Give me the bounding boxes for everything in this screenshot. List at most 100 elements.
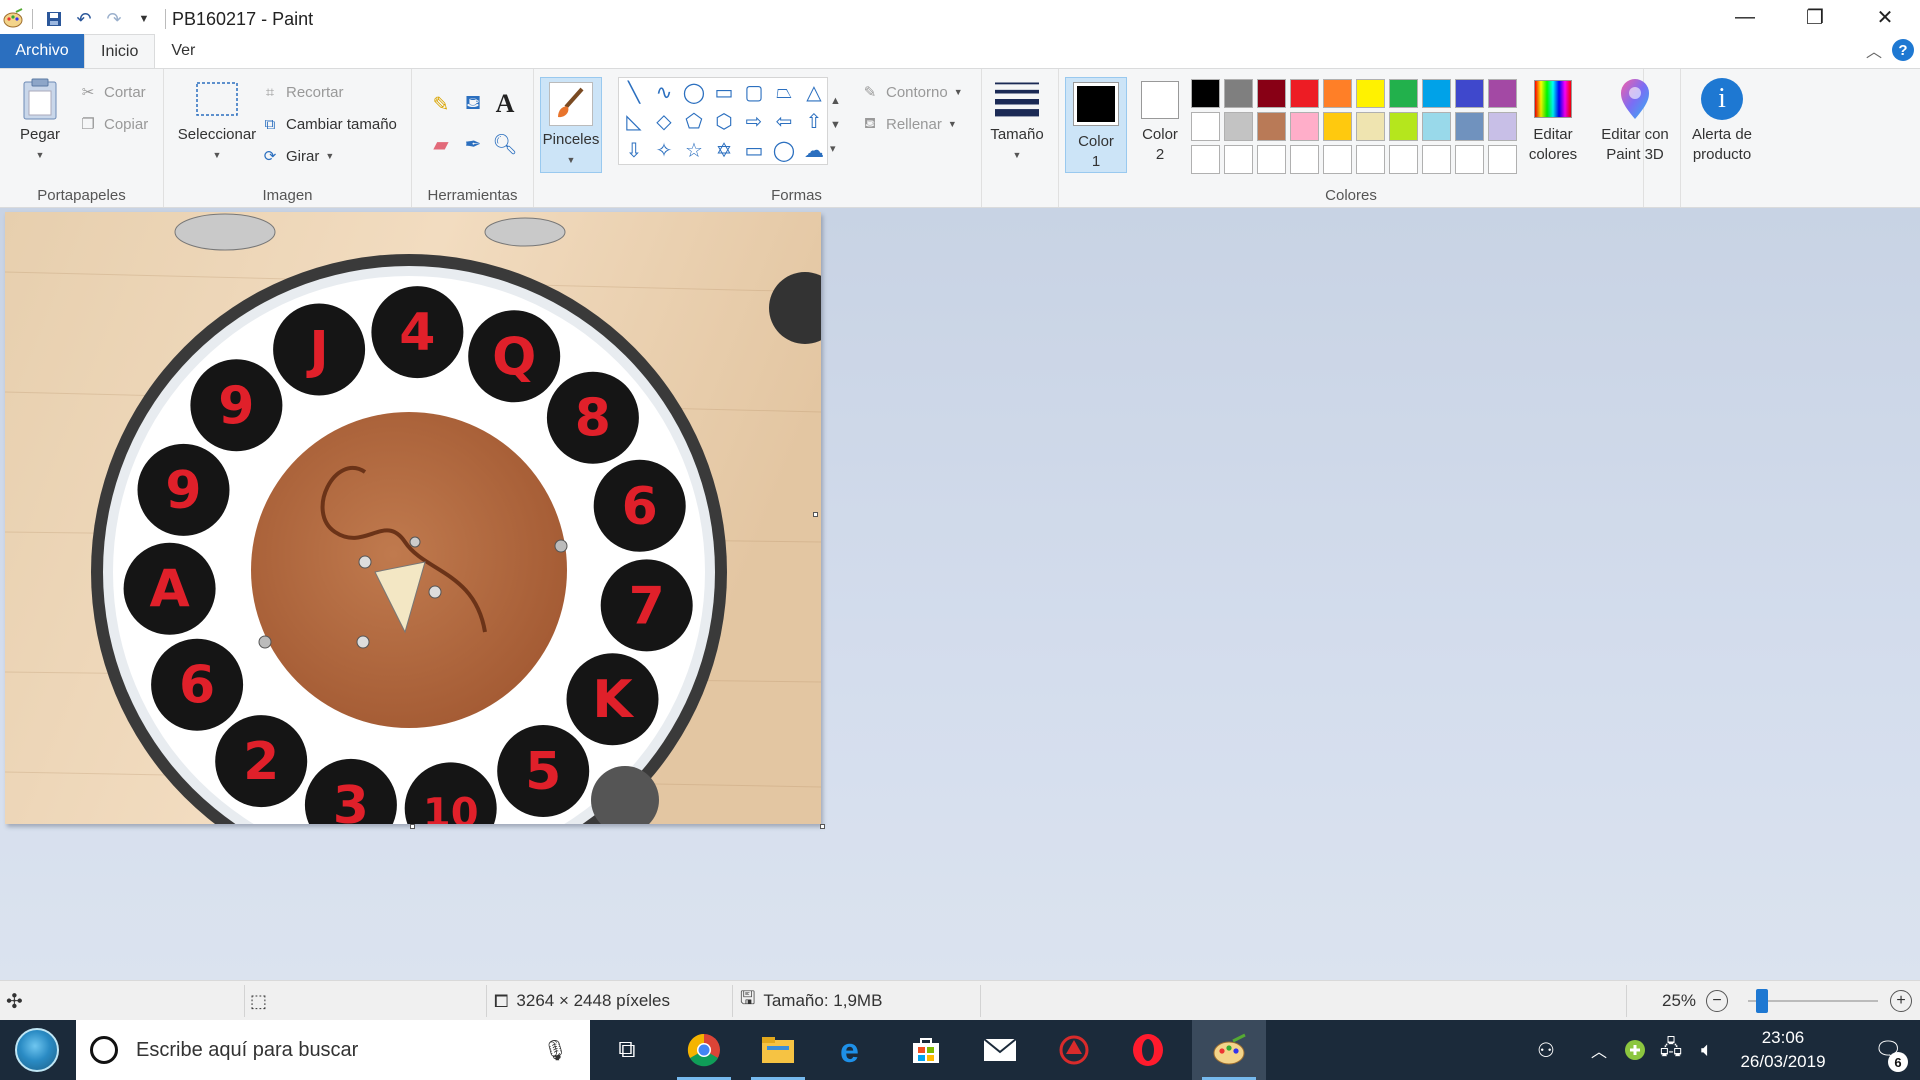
chevron-down-icon[interactable]: ▼ — [830, 113, 841, 137]
magnifier-icon[interactable]: 🔍︎ — [490, 129, 520, 159]
right-arrow-shape-icon[interactable]: ⇨ — [739, 107, 769, 136]
palette-swatch[interactable] — [1422, 145, 1451, 174]
palette-swatch[interactable] — [1224, 145, 1253, 174]
pencil-icon[interactable]: ✎ — [426, 89, 456, 119]
oval-callout-shape-icon[interactable]: ◯ — [769, 136, 799, 165]
color-picker-icon[interactable]: ✒ — [458, 129, 488, 159]
image-canvas[interactable]: J 4 Q 8 6 7 K 5 10 3 2 6 A 9 9 — [5, 212, 821, 824]
palette-swatch[interactable] — [1389, 79, 1418, 108]
taskbar-search[interactable]: Escribe aquí para buscar 🎙︎ — [76, 1020, 590, 1080]
fill-bucket-icon[interactable]: ⛾ — [458, 89, 488, 119]
chrome-icon[interactable] — [667, 1020, 741, 1080]
color1-button[interactable]: Color 1 — [1065, 77, 1127, 173]
palette-swatch[interactable] — [1323, 112, 1352, 141]
tab-ver[interactable]: Ver — [155, 34, 211, 68]
hexagon-shape-icon[interactable]: ⬡ — [709, 107, 739, 136]
palette-swatch[interactable] — [1422, 79, 1451, 108]
edit-with-paint3d-button[interactable]: Editar con Paint 3D — [1590, 77, 1680, 165]
edge-icon[interactable]: e — [815, 1020, 889, 1080]
palette-swatch[interactable] — [1455, 79, 1484, 108]
fill-button[interactable]: ⛾ Rellenar ▼ — [860, 111, 957, 137]
eraser-icon[interactable]: ▰ — [426, 129, 456, 159]
customize-quick-access-icon[interactable]: ▼ — [129, 4, 159, 34]
tab-inicio[interactable]: Inicio — [84, 34, 156, 68]
palette-swatch[interactable] — [1191, 79, 1220, 108]
outline-button[interactable]: ✎ Contorno ▼ — [860, 79, 963, 105]
paint-taskbar-icon[interactable] — [1192, 1020, 1266, 1080]
cut-button[interactable]: ✂ Cortar — [78, 79, 146, 105]
rectangle-shape-icon[interactable]: ▭ — [709, 78, 739, 107]
six-point-star-shape-icon[interactable]: ✡ — [709, 136, 739, 165]
collapse-ribbon-icon[interactable]: ︿ — [1866, 38, 1882, 62]
network-icon[interactable]: 🖧 — [1654, 1020, 1688, 1080]
palette-swatch[interactable] — [1257, 112, 1286, 141]
palette-swatch[interactable] — [1191, 112, 1220, 141]
palette-swatch[interactable] — [1389, 112, 1418, 141]
task-view-icon[interactable]: ⧉ — [590, 1020, 664, 1080]
chevron-up-icon[interactable]: ▲ — [830, 89, 841, 113]
palette-swatch[interactable] — [1488, 145, 1517, 174]
palette-swatch[interactable] — [1356, 145, 1385, 174]
palette-swatch[interactable] — [1191, 145, 1220, 174]
canvas-workspace[interactable]: J 4 Q 8 6 7 K 5 10 3 2 6 A 9 9 — [0, 208, 1920, 980]
palette-swatch[interactable] — [1224, 79, 1253, 108]
save-icon[interactable] — [39, 4, 69, 34]
edit-colors-button[interactable]: Editar colores — [1521, 77, 1585, 165]
curve-shape-icon[interactable]: ∿ — [649, 78, 679, 107]
palette-swatch[interactable] — [1488, 112, 1517, 141]
shapes-scroll[interactable]: ▲ ▼ ▾ — [830, 89, 841, 161]
brushes-button[interactable]: Pinceles ▼ — [540, 77, 602, 173]
palette-swatch[interactable] — [1290, 112, 1319, 141]
five-point-star-shape-icon[interactable]: ☆ — [679, 136, 709, 165]
people-icon[interactable]: ⚇ — [1528, 1020, 1564, 1080]
left-arrow-shape-icon[interactable]: ⇦ — [769, 107, 799, 136]
tab-archivo[interactable]: Archivo — [0, 34, 84, 68]
palette-swatch[interactable] — [1356, 79, 1385, 108]
palette-swatch[interactable] — [1224, 112, 1253, 141]
color2-button[interactable]: Color 2 — [1131, 81, 1189, 165]
paste-button[interactable]: Pegar ▼ — [12, 77, 68, 165]
size-button[interactable]: Tamaño ▼ — [984, 77, 1050, 165]
palette-swatch[interactable] — [1290, 145, 1319, 174]
microsoft-store-icon[interactable] — [889, 1020, 963, 1080]
palette-swatch[interactable] — [1488, 79, 1517, 108]
zoom-slider-thumb[interactable] — [1756, 989, 1768, 1013]
right-triangle-shape-icon[interactable]: ◺ — [619, 107, 649, 136]
mail-icon[interactable] — [963, 1020, 1037, 1080]
rounded-callout-shape-icon[interactable]: ▭ — [739, 136, 769, 165]
restore-button[interactable]: ❐ — [1780, 0, 1850, 34]
cloud-callout-shape-icon[interactable]: ☁ — [799, 136, 829, 165]
paint-app-icon[interactable] — [0, 4, 26, 34]
text-tool-icon[interactable]: A — [490, 89, 520, 119]
help-icon[interactable]: ? — [1892, 39, 1914, 61]
pentagon-shape-icon[interactable]: ⬠ — [679, 107, 709, 136]
palette-swatch[interactable] — [1356, 112, 1385, 141]
palette-swatch[interactable] — [1257, 145, 1286, 174]
expand-gallery-icon[interactable]: ▾ — [830, 137, 841, 161]
close-button[interactable]: ✕ — [1850, 0, 1920, 34]
oval-shape-icon[interactable]: ◯ — [679, 78, 709, 107]
triangle-shape-icon[interactable]: △ — [799, 78, 829, 107]
opera-icon[interactable] — [1111, 1020, 1185, 1080]
polygon-shape-icon[interactable]: ⏢ — [769, 78, 799, 107]
start-button[interactable] — [0, 1020, 74, 1080]
rounded-rectangle-shape-icon[interactable]: ▢ — [739, 78, 769, 107]
palette-swatch[interactable] — [1422, 112, 1451, 141]
crop-button[interactable]: ⌗ Recortar — [260, 79, 344, 105]
product-alert-button[interactable]: i Alerta de producto — [1684, 77, 1760, 165]
rotate-button[interactable]: ⟳ Girar ▼ — [260, 143, 335, 169]
four-point-star-shape-icon[interactable]: ✧ — [649, 136, 679, 165]
file-explorer-icon[interactable] — [741, 1020, 815, 1080]
palette-swatch[interactable] — [1323, 145, 1352, 174]
zoom-in-button[interactable]: + — [1890, 990, 1912, 1012]
diamond-shape-icon[interactable]: ◇ — [649, 107, 679, 136]
taskbar-clock[interactable]: 23:06 26/03/2019 — [1722, 1026, 1844, 1074]
action-center-icon[interactable]: 🗨︎ 6 — [1856, 1020, 1920, 1080]
palette-swatch[interactable] — [1389, 145, 1418, 174]
tray-app-icon[interactable] — [1618, 1020, 1652, 1080]
security-app-icon[interactable] — [1037, 1020, 1111, 1080]
resize-button[interactable]: ⧉ Cambiar tamaño — [260, 111, 397, 137]
copy-button[interactable]: ❐ Copiar — [78, 111, 148, 137]
palette-swatch[interactable] — [1455, 145, 1484, 174]
resize-handle-corner[interactable] — [820, 824, 825, 829]
